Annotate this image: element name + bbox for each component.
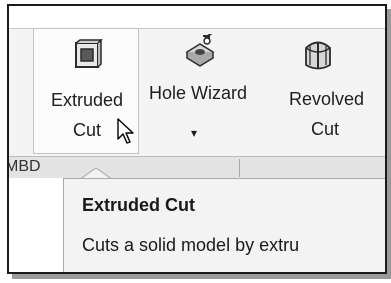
revolved-cut-label-line2: Cut [311,119,340,139]
tab-mbd[interactable]: MBD [9,158,41,176]
tab-divider [239,159,240,177]
ribbon-top-strip [9,6,385,28]
revolved-cut-icon [301,38,335,79]
revolved-cut-label-line1: Revolved [289,89,365,109]
hole-wizard-button[interactable]: Hole Wizard ▾ [143,28,253,158]
tooltip: Extruded Cut Cuts a solid model by extru [63,178,385,272]
extruded-cut-label-line1: Extruded [50,90,124,110]
hole-wizard-icon [183,32,217,75]
screenshot-frame: Extruded Cut Hole Wizard ▾ Revolved Cut … [7,4,387,274]
tooltip-description: Cuts a solid model by extru [82,235,300,255]
command-manager-tabs: MBD [9,156,385,180]
hole-wizard-label: Hole Wizard [148,83,248,103]
left-panel [9,178,63,272]
chevron-down-icon[interactable]: ▾ [191,120,197,146]
extruded-cut-icon [70,38,104,80]
tooltip-title: Extruded Cut [82,195,196,215]
revolved-cut-button[interactable]: Revolved Cut [283,28,385,158]
mouse-cursor-icon [117,118,134,144]
